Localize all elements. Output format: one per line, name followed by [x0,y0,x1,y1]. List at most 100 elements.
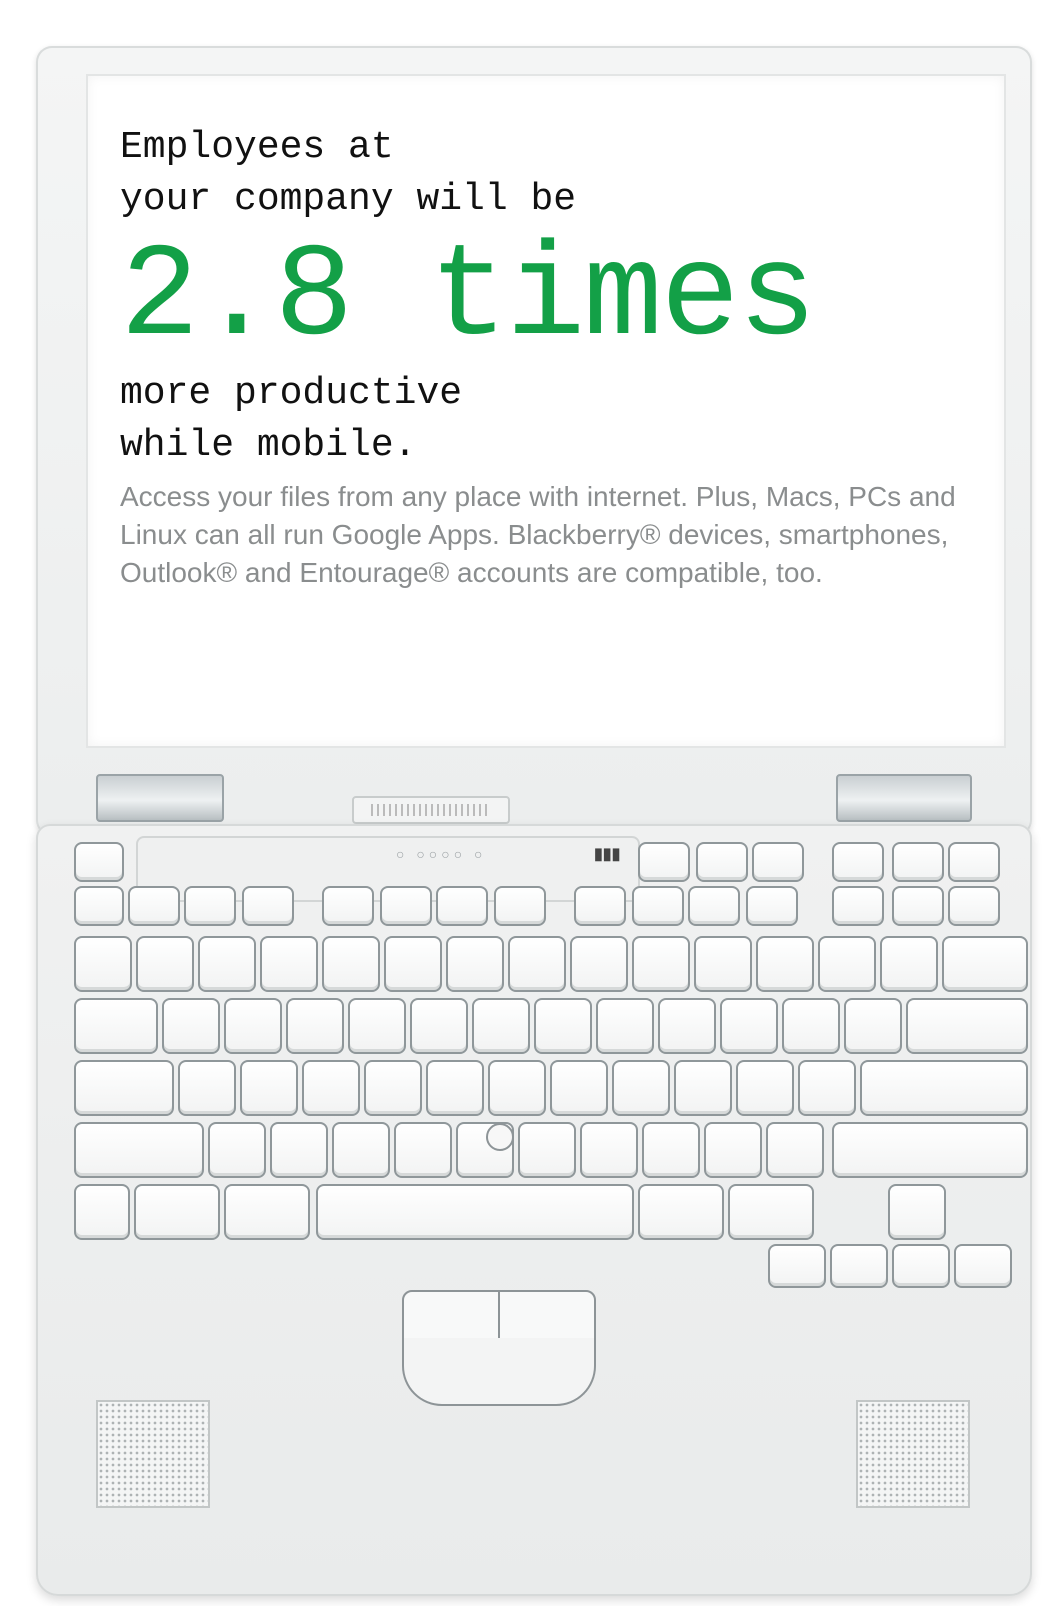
keyboard-key [394,1122,452,1178]
keyboard-key [570,936,628,992]
keyboard-key [688,886,740,926]
keyboard-key [224,998,282,1054]
keyboard-key [240,1060,298,1116]
keyboard-key [136,936,194,992]
keyboard-key [694,936,752,992]
keyboard-key [518,1122,576,1178]
keyboard-key [260,936,318,992]
keyboard-key [128,886,180,926]
keyboard-key [580,1122,638,1178]
keyboard-key [892,886,944,926]
keyboard-key [322,936,380,992]
keyboard-key [880,936,938,992]
headline-outro: more productive while mobile. [120,372,463,467]
keyboard-key [224,1184,310,1240]
keyboard-key [348,998,406,1054]
keyboard-key [74,1060,174,1116]
keyboard-key [242,886,294,926]
keyboard-key [322,886,374,926]
keyboard-key [316,1184,634,1240]
keyboard-key [832,1122,1028,1178]
keyboard-key [766,1122,824,1178]
keyboard-key [942,936,1028,992]
keyboard-key [74,886,124,926]
headline-highlight: 2.8 times [120,223,817,373]
keyboard-key [74,842,124,882]
keyboard-key [832,886,884,926]
keyboard-key [752,842,804,882]
keyboard-key [832,842,884,882]
keyboard-key [508,936,566,992]
keyboard-key [488,1060,546,1116]
keyboard-key [892,842,944,882]
keyboard-key [436,886,488,926]
lid-latch [352,796,510,824]
keyboard-key [208,1122,266,1178]
keyboard-key [798,1060,856,1116]
keyboard-key [818,936,876,992]
keyboard-key [472,998,530,1054]
keyboard-key [446,936,504,992]
keyboard-key [494,886,546,926]
keyboard-key [534,998,592,1054]
keyboard-key [906,998,1028,1054]
keyboard-key [696,842,748,882]
keyboard-key [286,998,344,1054]
body-copy: Access your files from any place with in… [120,481,956,588]
trackpoint [486,1123,514,1151]
keyboard-key [74,1184,130,1240]
keyboard-key [782,998,840,1054]
keyboard-key [332,1122,390,1178]
keyboard-key [674,1060,732,1116]
left-hinge [96,774,224,822]
keyboard-key [860,1060,1028,1116]
keyboard-key [892,1244,950,1288]
keyboard-key [704,1122,762,1178]
keyboard-key [74,1122,204,1178]
keyboard-key [632,886,684,926]
keyboard-key [658,998,716,1054]
keyboard-key [638,842,690,882]
keyboard-key [948,886,1000,926]
keyboard-key [270,1122,328,1178]
left-speaker-grille [96,1400,210,1508]
keyboard-key [596,998,654,1054]
keyboard-key [632,936,690,992]
ad-copy: Employees at your company will be 2.8 ti… [120,122,1000,592]
keyboard-key [198,936,256,992]
keyboard-key [888,1184,946,1240]
keyboard-key [550,1060,608,1116]
keyboard-key [830,1244,888,1288]
keyboard-key [728,1184,814,1240]
touchpad [402,1338,596,1406]
keyboard-key [302,1060,360,1116]
keyboard-key [720,998,778,1054]
keyboard-key [736,1060,794,1116]
keyboard [66,842,1028,1296]
keyboard-key [380,886,432,926]
keyboard-key [768,1244,826,1288]
headline-intro: Employees at your company will be [120,126,577,221]
keyboard-key [364,1060,422,1116]
keyboard-key [184,886,236,926]
keyboard-key [178,1060,236,1116]
keyboard-key [134,1184,220,1240]
keyboard-key [74,998,158,1054]
keyboard-key [574,886,626,926]
keyboard-key [638,1184,724,1240]
keyboard-key [612,1060,670,1116]
keyboard-key [74,936,132,992]
touchpad-buttons [402,1290,596,1342]
keyboard-key [642,1122,700,1178]
keyboard-key [384,936,442,992]
keyboard-key [426,1060,484,1116]
keyboard-key [954,1244,1012,1288]
keyboard-key [746,886,798,926]
keyboard-key [844,998,902,1054]
keyboard-key [756,936,814,992]
keyboard-key [162,998,220,1054]
keyboard-key [948,842,1000,882]
right-speaker-grille [856,1400,970,1508]
keyboard-key [410,998,468,1054]
right-hinge [836,774,972,822]
